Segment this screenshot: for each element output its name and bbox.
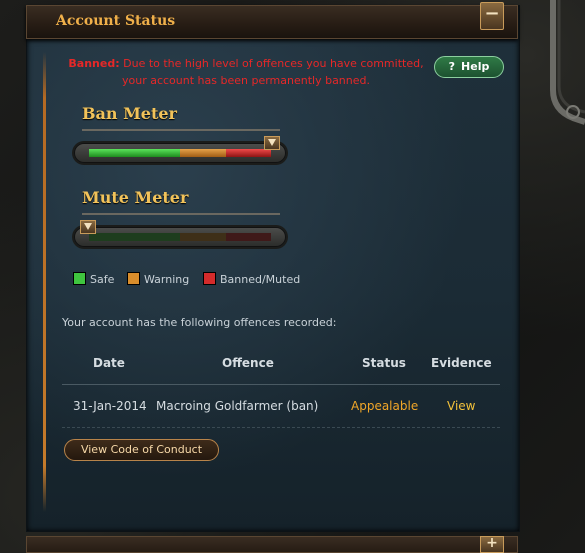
mute-meter-bar xyxy=(74,227,286,247)
column-header-evidence: Evidence xyxy=(431,356,492,370)
meter-segment-ban xyxy=(225,233,271,241)
safe-swatch-icon xyxy=(73,272,86,285)
help-button[interactable]: ? Help xyxy=(434,56,504,78)
meter-segment-warn xyxy=(180,149,226,157)
offences-intro: Your account has the following offences … xyxy=(62,316,337,329)
mute-meter-divider xyxy=(82,213,280,215)
expand-button[interactable]: + xyxy=(480,536,504,553)
table-header-divider xyxy=(62,384,500,385)
meter-segment-safe xyxy=(89,233,180,241)
row-evidence-link[interactable]: View xyxy=(447,399,475,413)
row-status: Appealable xyxy=(351,399,419,413)
view-code-of-conduct-button[interactable]: View Code of Conduct xyxy=(64,439,219,461)
help-label: Help xyxy=(461,60,490,73)
legend-banned-muted: Banned/Muted xyxy=(203,272,300,286)
ban-notice-label: Banned: xyxy=(68,57,120,70)
column-header-date: Date xyxy=(93,356,125,370)
row-offence: Macroing Goldfarmer (ban) xyxy=(156,399,319,413)
mute-meter-fill xyxy=(89,233,271,241)
meter-segment-safe xyxy=(89,149,180,157)
column-header-status: Status xyxy=(362,356,406,370)
ban-meter-pointer-icon xyxy=(264,136,280,150)
banned-swatch-icon xyxy=(203,272,216,285)
legend-safe: Safe xyxy=(73,272,114,286)
panel-title: Account Status xyxy=(56,13,176,29)
ban-notice-text: Due to the high level of offences you ha… xyxy=(121,57,424,87)
legend-warning: Warning xyxy=(127,272,189,286)
ornate-frame-decoration xyxy=(550,0,585,125)
mute-meter-title: Mute Meter xyxy=(82,188,189,207)
ban-meter-bar xyxy=(74,143,286,163)
warning-swatch-icon xyxy=(127,272,140,285)
collapse-button[interactable]: − xyxy=(480,2,504,30)
meter-segment-ban xyxy=(225,149,271,157)
row-date: 31-Jan-2014 xyxy=(73,399,147,413)
mute-meter-pointer-icon xyxy=(80,220,96,234)
ban-notice: Banned: Due to the high level of offence… xyxy=(58,55,434,89)
table-row-divider xyxy=(62,427,500,428)
ban-meter-fill xyxy=(89,149,271,157)
meter-segment-warn xyxy=(180,233,226,241)
decorative-vertical-line xyxy=(43,52,46,512)
ban-meter-title: Ban Meter xyxy=(82,104,177,123)
column-header-offence: Offence xyxy=(222,356,274,370)
ban-meter-divider xyxy=(82,129,280,131)
next-panel-header xyxy=(26,536,518,553)
question-icon: ? xyxy=(448,60,456,73)
